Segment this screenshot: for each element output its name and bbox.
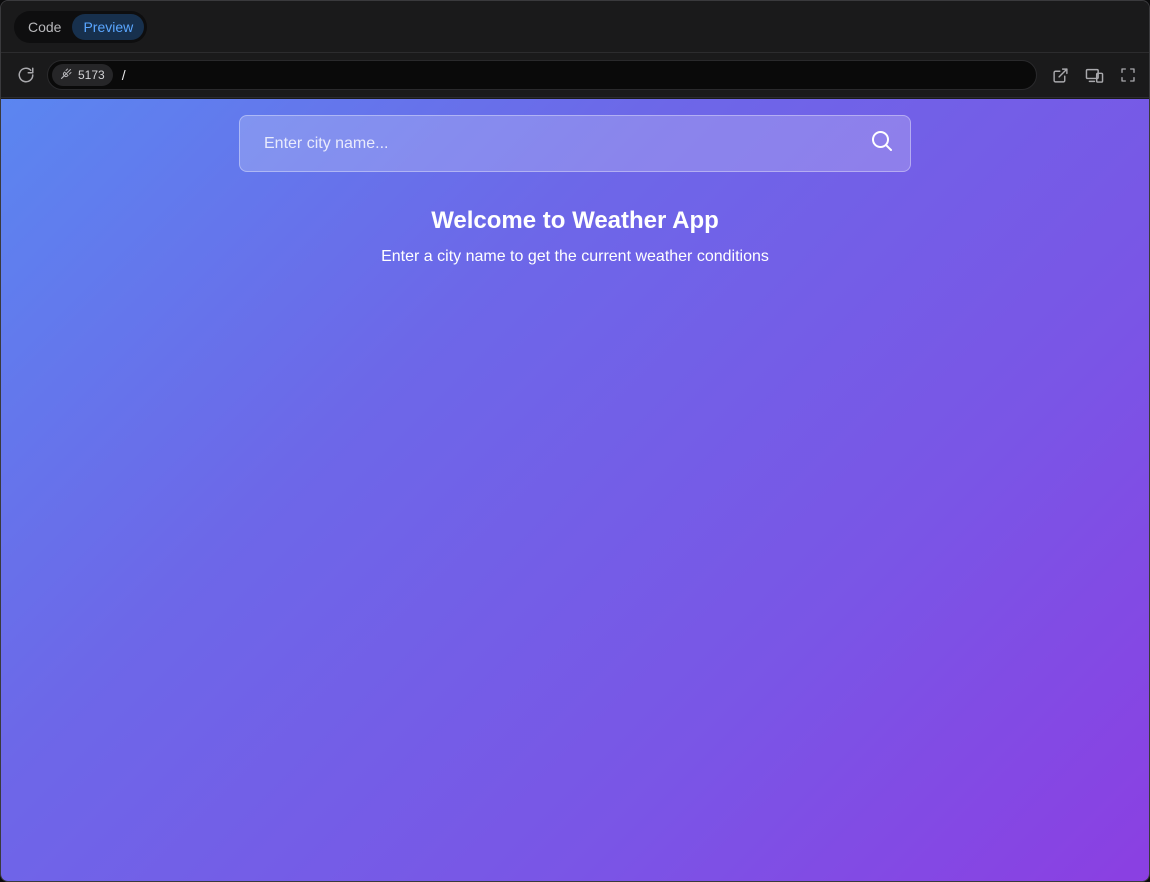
reload-icon[interactable] xyxy=(15,64,37,86)
city-search-input[interactable] xyxy=(240,115,854,172)
tab-code[interactable]: Code xyxy=(17,14,72,40)
port-label: 5173 xyxy=(78,68,105,82)
fullscreen-icon[interactable] xyxy=(1117,64,1139,86)
url-path: / xyxy=(121,67,126,83)
preview-window: Code Preview 5173 / Enter city name... W… xyxy=(0,0,1150,882)
external-link-icon[interactable] xyxy=(1049,64,1071,86)
port-chip[interactable]: 5173 xyxy=(52,64,113,86)
search-button[interactable] xyxy=(854,116,910,171)
url-bar: 5173 / xyxy=(1,53,1149,98)
unplugged-icon xyxy=(60,68,72,83)
toolbar-actions xyxy=(1049,64,1139,86)
tab-bar: Code Preview xyxy=(1,1,1149,53)
search-icon xyxy=(870,129,894,158)
search-bar xyxy=(239,115,911,172)
address-field[interactable]: 5173 / xyxy=(47,60,1037,90)
devices-icon[interactable] xyxy=(1083,64,1105,86)
tab-preview[interactable]: Preview xyxy=(72,13,145,40)
view-toggle: Code Preview xyxy=(14,10,148,43)
app-viewport: Welcome to Weather App Enter a city name… xyxy=(1,99,1149,881)
welcome-title: Welcome to Weather App xyxy=(431,207,719,234)
welcome-subtitle: Enter a city name to get the current wea… xyxy=(381,248,769,265)
